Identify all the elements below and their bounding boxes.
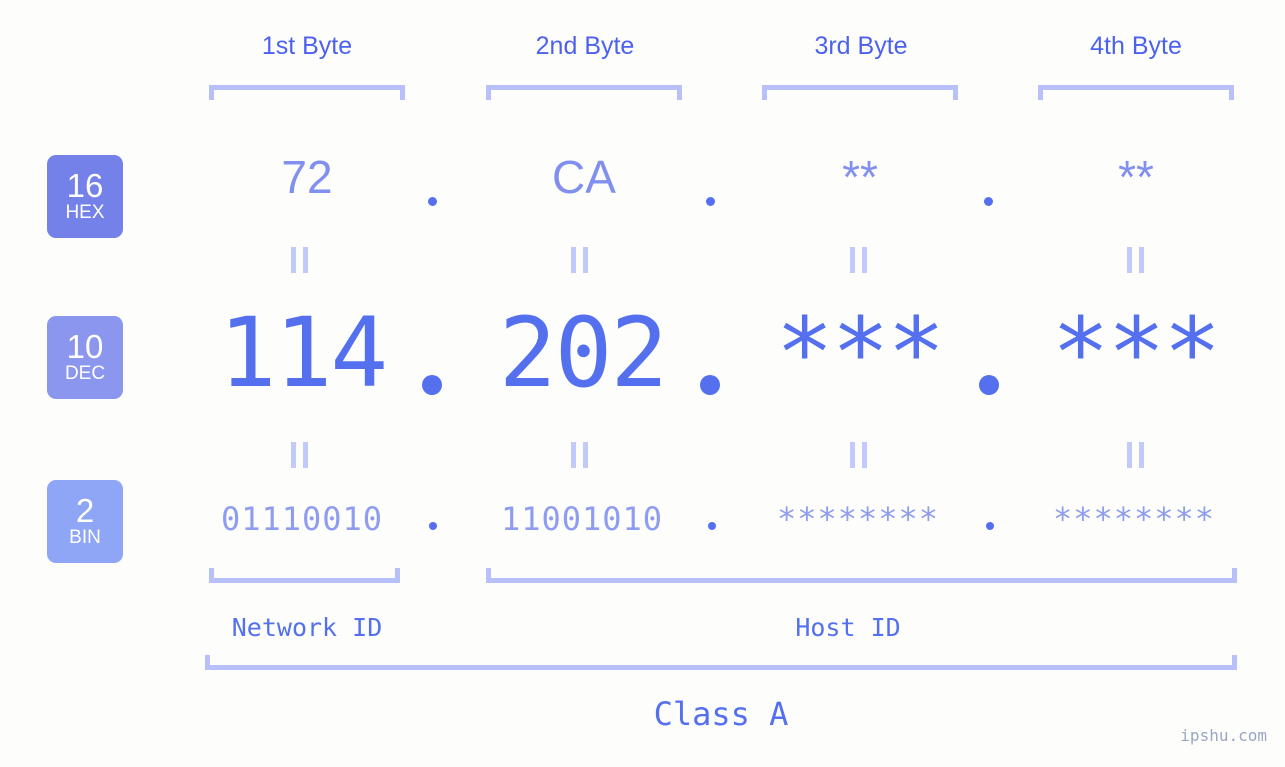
host-id-bracket <box>486 568 1237 583</box>
equality-bar <box>571 442 576 468</box>
base-badge-dec-name: DEC <box>64 363 106 384</box>
base-badge-bin-number: 2 <box>75 492 95 529</box>
equality-bar <box>583 442 588 468</box>
equality-bar <box>291 442 296 468</box>
site-watermark: ipshu.com <box>1180 726 1267 745</box>
dec-value-byte-4: *** <box>1051 297 1221 409</box>
equality-marker-dec-bin-4 <box>1127 442 1144 468</box>
equality-bar <box>1127 247 1132 273</box>
equality-bar <box>1139 247 1144 273</box>
class-label: Class A <box>653 695 789 733</box>
equality-marker-dec-bin-2 <box>571 442 588 468</box>
network-id-label: Network ID <box>231 613 383 642</box>
hex-value-byte-3: ** <box>842 151 878 203</box>
equality-marker-dec-bin-3 <box>850 442 867 468</box>
byte-header-1: 1st Byte <box>261 32 353 60</box>
base-badge-hex-name: HEX <box>65 202 105 223</box>
byte-bracket-1 <box>209 85 405 100</box>
hex-value-byte-4: ** <box>1118 151 1154 203</box>
equality-bar <box>862 247 867 273</box>
hex-value-byte-1: 72 <box>281 151 333 203</box>
byte-bracket-2 <box>486 85 682 100</box>
byte-bracket-3 <box>762 85 958 100</box>
hex-separator-1 <box>428 197 437 206</box>
equality-marker-hex-dec-4 <box>1127 247 1144 273</box>
dec-separator-3 <box>979 375 999 395</box>
bin-value-byte-1: 01110010 <box>220 500 384 538</box>
bin-separator-1 <box>429 522 437 530</box>
ip-address-breakdown-diagram: 1st Byte 2nd Byte 3rd Byte 4th Byte 16 H… <box>0 0 1285 767</box>
equality-bar <box>850 247 855 273</box>
dec-separator-2 <box>700 375 720 395</box>
host-id-label: Host ID <box>795 613 901 642</box>
base-badge-hex-number: 16 <box>66 167 104 204</box>
bin-separator-3 <box>986 522 994 530</box>
bin-separator-2 <box>708 522 716 530</box>
byte-header-2: 2nd Byte <box>535 32 635 60</box>
dec-value-byte-1: 114 <box>218 297 388 409</box>
base-badge-bin: 2 BIN <box>47 480 123 563</box>
base-badge-bin-name: BIN <box>69 527 101 548</box>
bin-value-byte-4: ******** <box>1052 500 1216 538</box>
base-badge-dec: 10 DEC <box>47 316 123 399</box>
hex-value-byte-2: CA <box>552 151 616 203</box>
equality-bar <box>583 247 588 273</box>
bin-value-byte-2: 11001010 <box>500 500 664 538</box>
equality-bar <box>303 247 308 273</box>
equality-marker-hex-dec-2 <box>571 247 588 273</box>
dec-value-byte-3: *** <box>775 297 945 409</box>
dec-separator-1 <box>422 375 442 395</box>
equality-bar <box>850 442 855 468</box>
byte-header-4: 4th Byte <box>1090 32 1182 60</box>
equality-bar <box>571 247 576 273</box>
equality-bar <box>1139 442 1144 468</box>
base-badge-dec-number: 10 <box>66 328 104 365</box>
byte-header-3: 3rd Byte <box>814 32 908 60</box>
network-id-bracket <box>209 568 400 583</box>
dec-value-byte-2: 202 <box>498 297 668 409</box>
equality-marker-hex-dec-3 <box>850 247 867 273</box>
hex-separator-2 <box>706 197 715 206</box>
class-bracket <box>205 655 1237 670</box>
equality-bar <box>303 442 308 468</box>
base-badge-hex: 16 HEX <box>47 155 123 238</box>
equality-bar <box>1127 442 1132 468</box>
hex-separator-3 <box>984 197 993 206</box>
byte-bracket-4 <box>1038 85 1234 100</box>
equality-bar <box>291 247 296 273</box>
equality-marker-dec-bin-1 <box>291 442 308 468</box>
equality-bar <box>862 442 867 468</box>
bin-value-byte-3: ******** <box>776 500 940 538</box>
equality-marker-hex-dec-1 <box>291 247 308 273</box>
